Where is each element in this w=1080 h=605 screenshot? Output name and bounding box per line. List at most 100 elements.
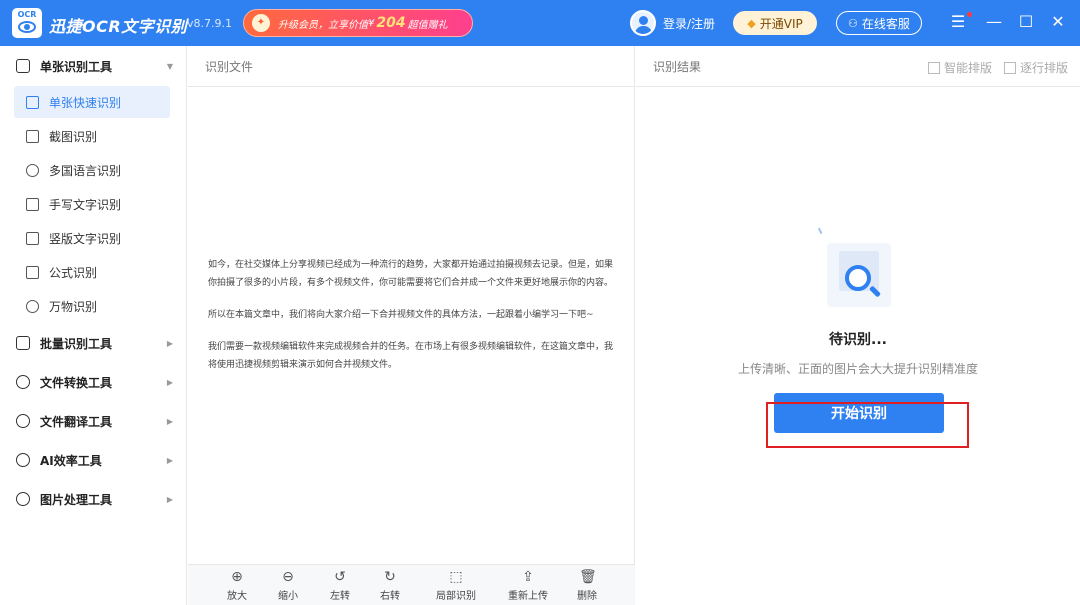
- avatar[interactable]: [630, 10, 656, 36]
- sidebar-group-label: 文件翻译工具: [40, 414, 113, 429]
- sidebar-item-handwriting[interactable]: 手写文字识别: [14, 188, 170, 220]
- promo-price: 204: [376, 15, 406, 31]
- chevron-right-icon: ▶: [166, 338, 173, 348]
- source-pane-header: 识别文件: [188, 46, 634, 87]
- partial-recognize-button[interactable]: ⬚ 局部识别: [428, 569, 484, 602]
- tool-label: 重新上传: [508, 591, 548, 602]
- line-layout-icon: [1003, 62, 1016, 74]
- image-tool-icon: [16, 492, 30, 506]
- chevron-right-icon: ▶: [166, 494, 173, 504]
- source-file-pane: 识别文件 如今，在社交媒体上分享视频已经成为一种流行的趋势，大家都开始通过拍摄视…: [188, 46, 635, 605]
- online-service-button[interactable]: ⚇ 在线客服: [836, 11, 922, 35]
- sidebar-item-multilang[interactable]: 多国语言识别: [14, 154, 170, 186]
- layout-actions: 智能排版 逐行排版: [927, 59, 1068, 76]
- rotate-left-button[interactable]: ↺ 左转: [318, 569, 362, 602]
- sidebar-item-label: 公式识别: [49, 265, 98, 280]
- sidebar: 单张识别工具 ▼ 单张快速识别 截图识别 多国语言识别 手写文字识别 竖版文字识…: [0, 46, 187, 605]
- batch-tool-icon: [16, 336, 30, 350]
- sidebar-group-convert[interactable]: 文件转换工具 ▶: [0, 364, 187, 400]
- diamond-icon: ◆: [747, 16, 756, 30]
- partial-recognize-icon: ⬚: [449, 569, 463, 585]
- smart-layout-button[interactable]: 智能排版: [927, 59, 992, 76]
- sidebar-item-label: 单张快速识别: [49, 95, 122, 110]
- sidebar-group-image[interactable]: 图片处理工具 ▶: [0, 481, 187, 517]
- sidebar-item-formula[interactable]: 公式识别: [14, 256, 170, 288]
- sidebar-group-label: AI效率工具: [40, 453, 102, 468]
- sidebar-group-single[interactable]: 单张识别工具 ▼: [0, 48, 187, 84]
- zoom-in-icon: ⊕: [231, 569, 243, 585]
- app-name: 迅捷OCR文字识别: [49, 17, 188, 36]
- highlight-annotation: [766, 402, 969, 448]
- smart-layout-icon: [927, 62, 940, 74]
- translate-tool-icon: [16, 414, 30, 428]
- minimize-icon[interactable]: —: [984, 12, 1004, 31]
- maximize-icon[interactable]: ☐: [1016, 12, 1036, 31]
- sidebar-item-quick-recognize[interactable]: 单张快速识别: [14, 86, 170, 118]
- sidebar-group-label: 图片处理工具: [40, 492, 113, 507]
- globe-icon: [26, 163, 39, 177]
- promo-text-before: 升级会员，立享价值: [278, 19, 368, 31]
- convert-tool-icon: [16, 375, 30, 389]
- service-label: 在线客服: [861, 16, 910, 31]
- sidebar-group-batch[interactable]: 批量识别工具 ▶: [0, 325, 187, 361]
- app-version: v8.7.9.1: [187, 17, 232, 30]
- document-paragraph: 我们需要一款视频编辑软件来完成视频合并的任务。在市场上有很多视频编辑软件，在这篇…: [208, 342, 614, 370]
- document-paragraph: 所以在本篇文章中，我们将向大家介绍一下合并视频文件的具体方法，一起跟着小编学习一…: [208, 310, 594, 320]
- tool-label: 右转: [380, 591, 400, 602]
- zoom-out-button[interactable]: ⊖ 缩小: [266, 569, 310, 602]
- login-link[interactable]: 登录/注册: [663, 15, 715, 32]
- sidebar-item-screenshot[interactable]: 截图识别: [14, 120, 170, 152]
- open-vip-button[interactable]: ◆ 开通VIP: [733, 11, 817, 35]
- chevron-right-icon: ▶: [166, 455, 173, 465]
- service-person-icon: ⚇: [848, 16, 858, 30]
- object-icon: [26, 299, 39, 313]
- sidebar-item-label: 万物识别: [49, 299, 98, 314]
- close-icon[interactable]: ✕: [1048, 12, 1068, 31]
- crop-icon: [26, 129, 39, 143]
- reupload-button[interactable]: ⇪ 重新上传: [500, 569, 556, 602]
- source-pane-title: 识别文件: [205, 59, 254, 74]
- logo-text: OCR: [17, 10, 37, 19]
- search-document-icon: [818, 226, 897, 307]
- sidebar-item-object[interactable]: 万物识别: [14, 290, 170, 322]
- promo-text-after: 超值赠礼: [407, 19, 448, 31]
- sidebar-group-label: 单张识别工具: [40, 59, 113, 74]
- line-layout-label: 逐行排版: [1019, 61, 1068, 75]
- tool-label: 局部识别: [436, 591, 476, 602]
- quick-recognize-icon: [26, 95, 39, 109]
- title-bar: OCR 迅捷OCR文字识别 v8.7.9.1 ✦ 升级会员，立享价值 ¥ 204…: [0, 0, 1080, 46]
- chevron-right-icon: ▶: [166, 416, 173, 426]
- delete-button[interactable]: 🗑 删除: [565, 569, 609, 602]
- vip-label: 开通VIP: [759, 16, 803, 31]
- rotate-right-button[interactable]: ↻ 右转: [368, 569, 412, 602]
- status-title: 待识别...: [829, 332, 887, 348]
- ai-tool-icon: [16, 453, 30, 467]
- smart-layout-label: 智能排版: [943, 61, 992, 75]
- chevron-right-icon: ▶: [166, 377, 173, 387]
- document-paragraph: 如今，在社交媒体上分享视频已经成为一种流行的趋势，大家都开始通过拍摄视频去记录。…: [208, 260, 614, 288]
- sidebar-group-label: 文件转换工具: [40, 375, 113, 390]
- result-pane: 识别结果 智能排版 逐行排版 待识别... 上传清晰、正面的图片会大大提升识别精…: [636, 46, 1080, 605]
- formula-icon: [26, 265, 39, 279]
- sidebar-item-label: 手写文字识别: [49, 197, 122, 212]
- app-logo-icon: OCR: [12, 8, 42, 38]
- sidebar-group-ai[interactable]: AI效率工具 ▶: [0, 442, 187, 478]
- tool-label: 删除: [577, 591, 597, 602]
- status-hint: 上传清晰、正面的图片会大大提升识别精准度: [737, 362, 978, 376]
- zoom-in-button[interactable]: ⊕ 放大: [215, 569, 259, 602]
- image-toolbar: ⊕ 放大 ⊖ 缩小 ↺ 左转 ↻ 右转 ⬚ 局部识别 ⇪ 重新上传 🗑 删除: [188, 564, 635, 605]
- pen-icon: [26, 197, 39, 211]
- tool-label: 缩小: [278, 591, 298, 602]
- sidebar-item-vertical[interactable]: 竖版文字识别: [14, 222, 170, 254]
- trash-icon: 🗑: [579, 569, 597, 585]
- notification-dot: [967, 12, 972, 17]
- menu-icon[interactable]: ☰: [948, 12, 968, 31]
- line-layout-button[interactable]: 逐行排版: [1003, 59, 1068, 76]
- chevron-down-icon: ▼: [166, 61, 173, 71]
- sidebar-group-label: 批量识别工具: [40, 336, 113, 351]
- sidebar-item-label: 多国语言识别: [49, 163, 122, 178]
- promo-banner[interactable]: ✦ 升级会员，立享价值 ¥ 204 超值赠礼: [243, 9, 473, 37]
- single-tool-icon: [16, 59, 30, 73]
- sidebar-group-translate[interactable]: 文件翻译工具 ▶: [0, 403, 187, 439]
- sidebar-item-label: 截图识别: [49, 129, 98, 144]
